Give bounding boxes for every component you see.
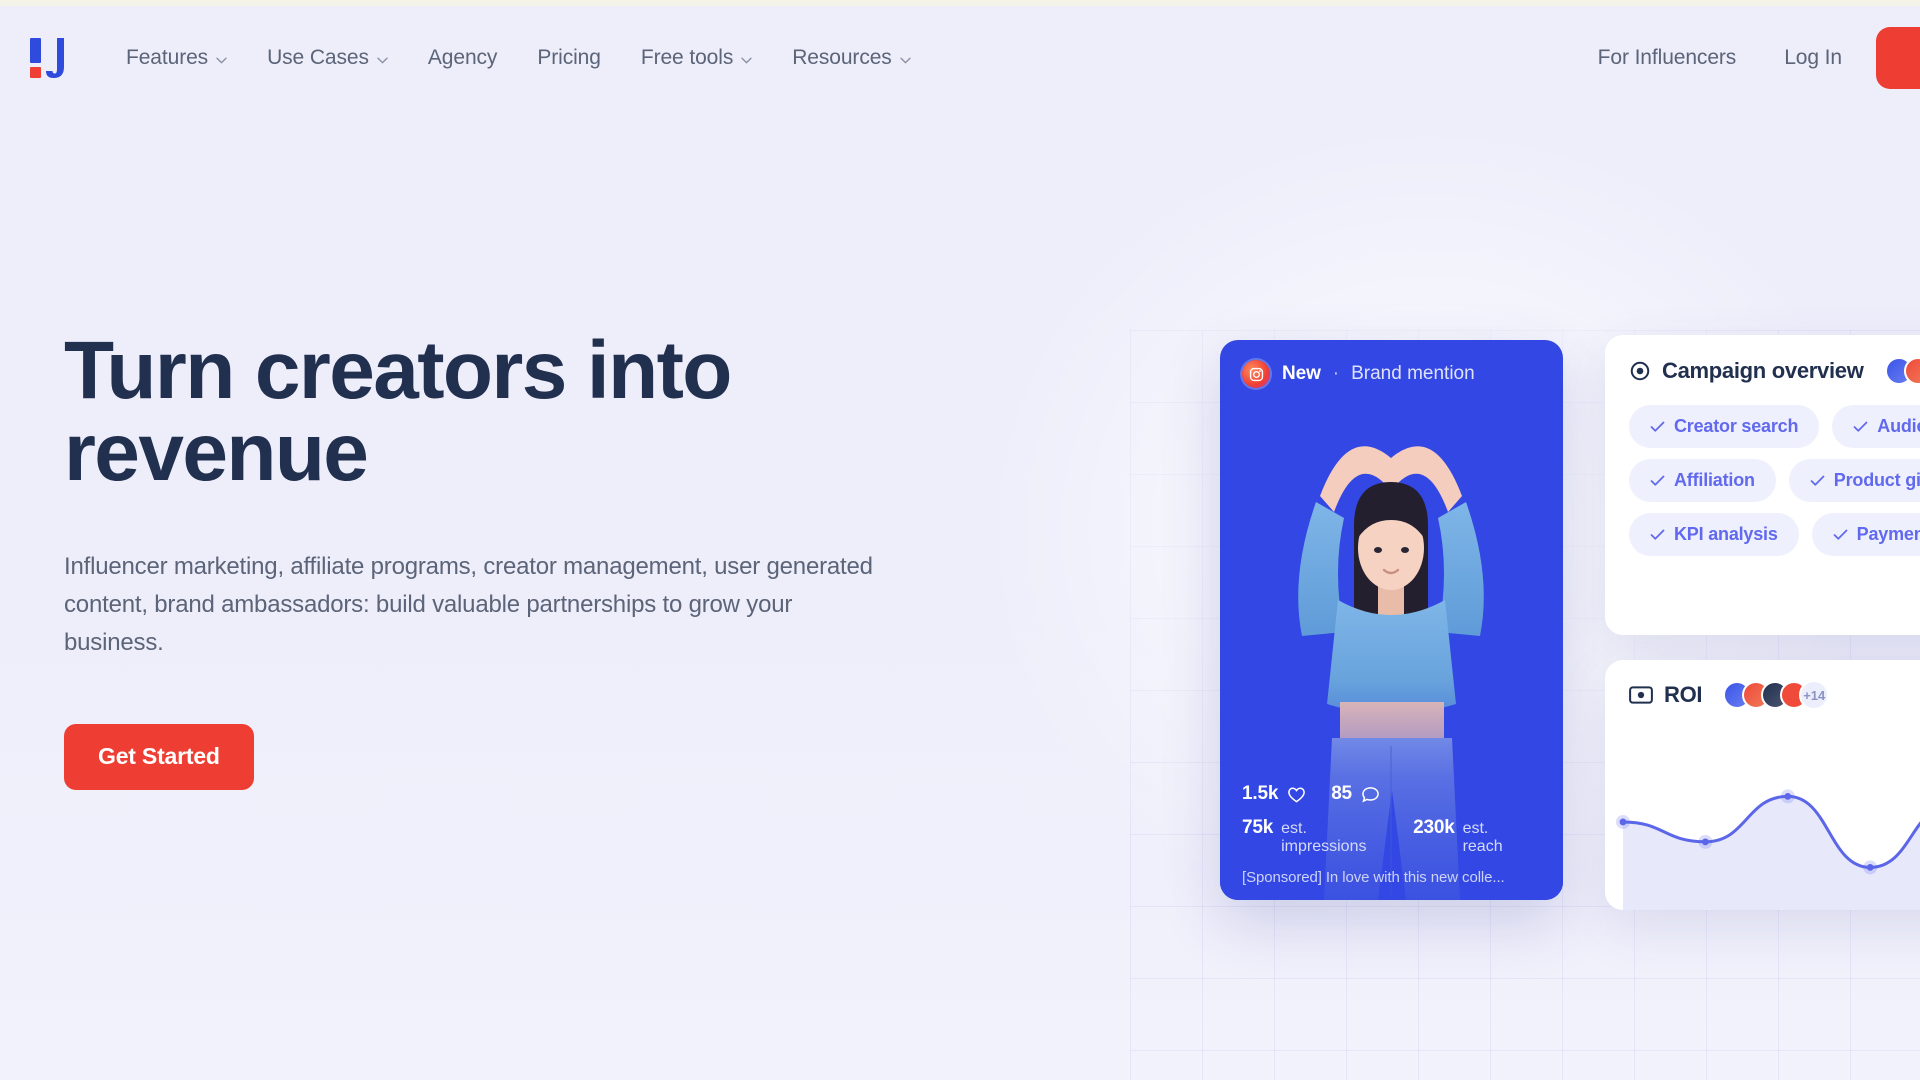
site-header: Features Use Cases Agency Pricing Free t…	[0, 6, 1920, 110]
comment-icon	[1362, 786, 1379, 803]
chevron-down-icon	[741, 57, 752, 64]
nav-item-label: For Influencers	[1597, 46, 1737, 69]
roi-panel: ROI +14 $42	[1605, 660, 1920, 910]
hero-section: Turn creators into revenue Influencer ma…	[0, 110, 1000, 910]
roi-panel-title: ROI	[1664, 682, 1703, 707]
chip-audience[interactable]: Audie	[1832, 405, 1920, 448]
campaign-overview-panel: Campaign overview Creator search Audie E…	[1605, 335, 1920, 635]
target-icon	[1630, 361, 1650, 381]
nav-item-free-tools[interactable]: Free tools	[621, 46, 772, 70]
roi-point[interactable]	[1702, 838, 1709, 846]
chip-product-gifting[interactable]: Product gifting	[1788, 459, 1920, 502]
check-icon	[1650, 421, 1665, 432]
roi-point[interactable]	[1866, 864, 1874, 871]
chip-label: Affiliation	[1674, 470, 1755, 490]
get-started-button[interactable]: Get Started	[64, 723, 254, 790]
chip-label: Audie	[1877, 416, 1920, 436]
chip-affiliation[interactable]: Affiliation	[1629, 459, 1776, 502]
creator-card-status: New	[1282, 363, 1321, 384]
creator-card-header: New · Brand mention	[1242, 360, 1475, 388]
roi-panel-header: ROI +14 $42	[1629, 680, 1920, 710]
chevron-down-icon	[216, 57, 227, 64]
creator-post-card[interactable]: New · Brand mention 1.5k 85 75k est. imp…	[1220, 340, 1563, 900]
primary-navigation: Features Use Cases Agency Pricing Free t…	[106, 46, 931, 70]
chip-payments[interactable]: Payment	[1811, 513, 1920, 556]
nav-item-agency[interactable]: Agency	[408, 46, 517, 70]
post-caption: [Sponsored] In love with this new colle.…	[1242, 869, 1505, 886]
nav-item-label: Pricing	[537, 46, 601, 69]
logo-bar	[30, 38, 41, 63]
chip-label: KPI analysis	[1674, 524, 1778, 544]
chip-label: Payment	[1856, 524, 1920, 544]
nav-item-label: Use Cases	[267, 46, 369, 69]
nav-item-use-cases[interactable]: Use Cases	[247, 46, 408, 70]
reach-label: est. reach	[1462, 820, 1503, 855]
campaign-feature-chips: Creator search Audie Email flows Affilia…	[1629, 405, 1920, 556]
roi-point[interactable]	[1784, 793, 1792, 800]
nav-item-label: Resources	[792, 46, 892, 69]
brand-logo[interactable]	[30, 38, 64, 78]
nav-item-log-in[interactable]: Log In	[1760, 46, 1866, 70]
avatar-overflow-count: +14	[1799, 680, 1830, 710]
creator-card-separator: ·	[1332, 363, 1340, 384]
instagram-icon	[1242, 360, 1270, 388]
roi-avatar-group[interactable]: +14	[1723, 680, 1830, 710]
secondary-navigation: For Influencers Log In	[1574, 27, 1920, 89]
chip-creator-search[interactable]: Creator search	[1629, 405, 1820, 448]
nav-item-pricing[interactable]: Pricing	[517, 46, 621, 70]
nav-item-label: Log In	[1784, 46, 1842, 69]
hero-subheading: Influencer marketing, affiliate programs…	[64, 553, 873, 656]
nav-item-for-influencers[interactable]: For Influencers	[1574, 46, 1761, 70]
check-icon	[1650, 529, 1665, 540]
campaign-panel-header: Campaign overview	[1629, 357, 1920, 385]
campaign-panel-title: Campaign overview	[1662, 358, 1864, 383]
header-cta-button[interactable]	[1876, 27, 1920, 89]
check-icon	[1853, 421, 1868, 432]
roi-area-chart	[1616, 789, 1920, 910]
impressions-label: est. impressions	[1281, 820, 1367, 855]
chevron-down-icon	[900, 57, 911, 64]
nav-item-label: Agency	[427, 46, 498, 69]
nav-item-features[interactable]: Features	[106, 46, 247, 70]
logo-red-dot	[30, 67, 41, 78]
chip-label: Product gifting	[1833, 470, 1920, 490]
reach-value: 230k	[1413, 817, 1455, 838]
nav-item-resources[interactable]: Resources	[772, 46, 930, 70]
money-icon	[1629, 686, 1653, 704]
likes-count: 1.5k	[1242, 783, 1279, 804]
engagement-row: 1.5k 85	[1242, 783, 1545, 805]
check-icon	[1810, 475, 1825, 486]
check-icon	[1833, 529, 1848, 540]
nav-item-label: Free tools	[640, 46, 734, 69]
roi-point[interactable]	[1619, 818, 1627, 826]
nav-item-label: Features	[126, 46, 209, 69]
logo-j-glyph	[46, 38, 64, 78]
check-icon	[1650, 475, 1665, 486]
creator-card-stats: 1.5k 85 75k est. impressions 230k est. r…	[1242, 783, 1545, 886]
reach-row: 75k est. impressions 230k est. reach	[1242, 817, 1545, 856]
chevron-down-icon	[377, 57, 388, 64]
impressions-value: 75k	[1242, 817, 1274, 838]
creator-card-type: Brand mention	[1351, 363, 1475, 384]
heart-icon	[1288, 787, 1306, 803]
instagram-glyph	[1249, 367, 1263, 381]
chip-label: Creator search	[1674, 416, 1799, 436]
comments-count: 85	[1331, 783, 1352, 804]
campaign-avatar-group[interactable]	[1884, 357, 1920, 385]
page-title: Turn creators into revenue	[64, 325, 732, 498]
chip-kpi-analysis[interactable]: KPI analysis	[1629, 513, 1799, 556]
